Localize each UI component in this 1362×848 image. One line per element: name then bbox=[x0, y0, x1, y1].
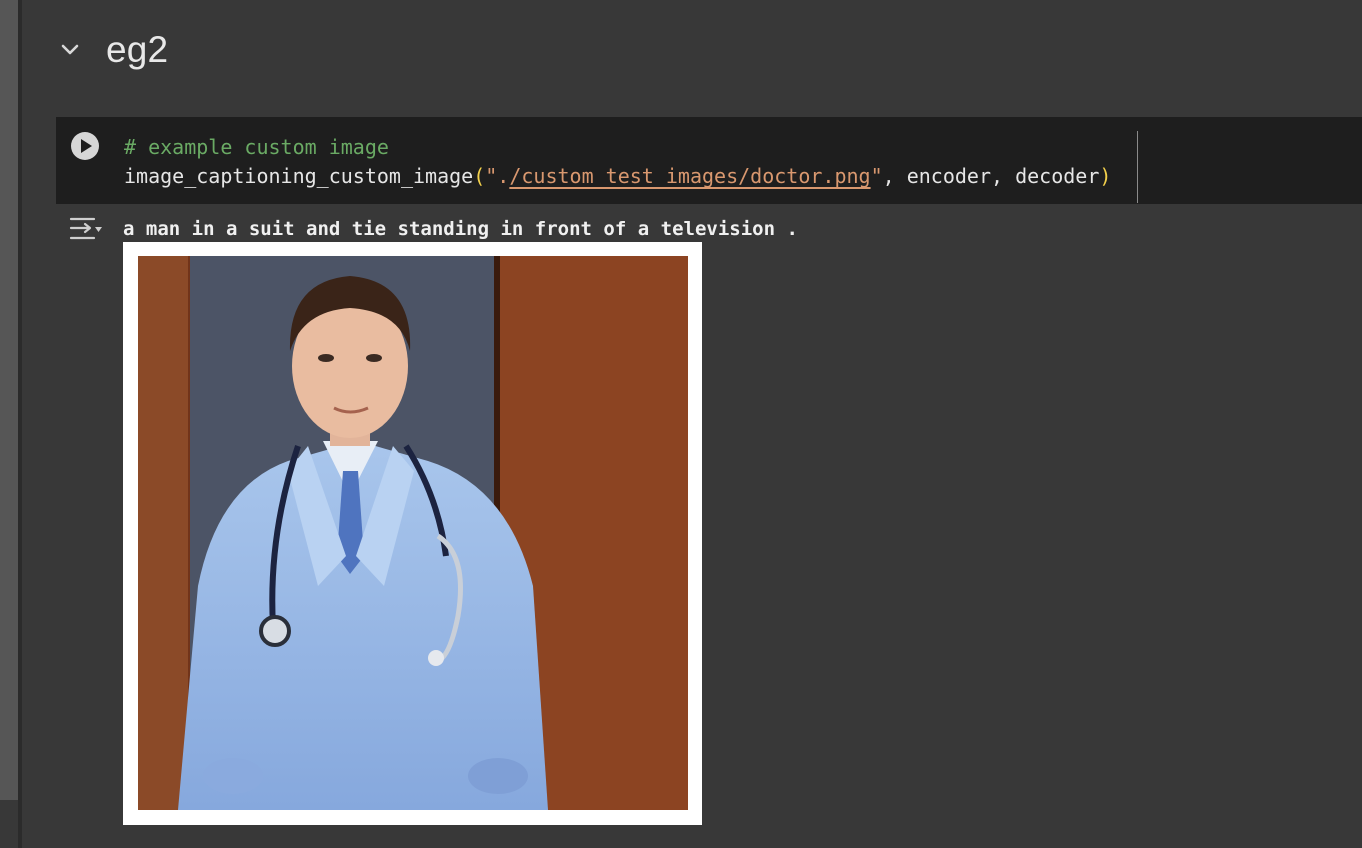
code-string-quote-open: ". bbox=[485, 164, 510, 188]
code-open-paren: ( bbox=[473, 164, 486, 188]
output-toggle-icon[interactable] bbox=[68, 214, 104, 246]
notebook-page: eg2 # example custom image image_caption… bbox=[0, 0, 1362, 848]
section-header: eg2 bbox=[56, 22, 168, 78]
left-gutter-divider bbox=[18, 0, 22, 848]
code-string-quote-close: " bbox=[870, 164, 883, 188]
code-comment: # example custom image bbox=[124, 135, 389, 159]
text-cursor bbox=[1137, 131, 1138, 203]
chevron-down-icon[interactable] bbox=[56, 36, 84, 64]
left-gutter bbox=[0, 0, 18, 800]
section-title: eg2 bbox=[106, 29, 169, 70]
play-icon[interactable] bbox=[70, 131, 100, 161]
code-cell[interactable]: # example custom image image_captioning_… bbox=[56, 117, 1362, 204]
doctor-photo bbox=[138, 256, 688, 810]
code-close-paren: ) bbox=[1099, 164, 1112, 188]
code-function-name: image_captioning_custom_image bbox=[124, 164, 474, 188]
code-editor[interactable]: # example custom image image_captioning_… bbox=[124, 133, 1111, 191]
output-caption: a man in a suit and tie standing in fron… bbox=[123, 218, 798, 240]
code-file-path-link[interactable]: /custom_test_images/doctor.png bbox=[509, 164, 870, 188]
output-image bbox=[123, 242, 702, 825]
code-arguments: , encoder, decoder bbox=[882, 164, 1100, 188]
